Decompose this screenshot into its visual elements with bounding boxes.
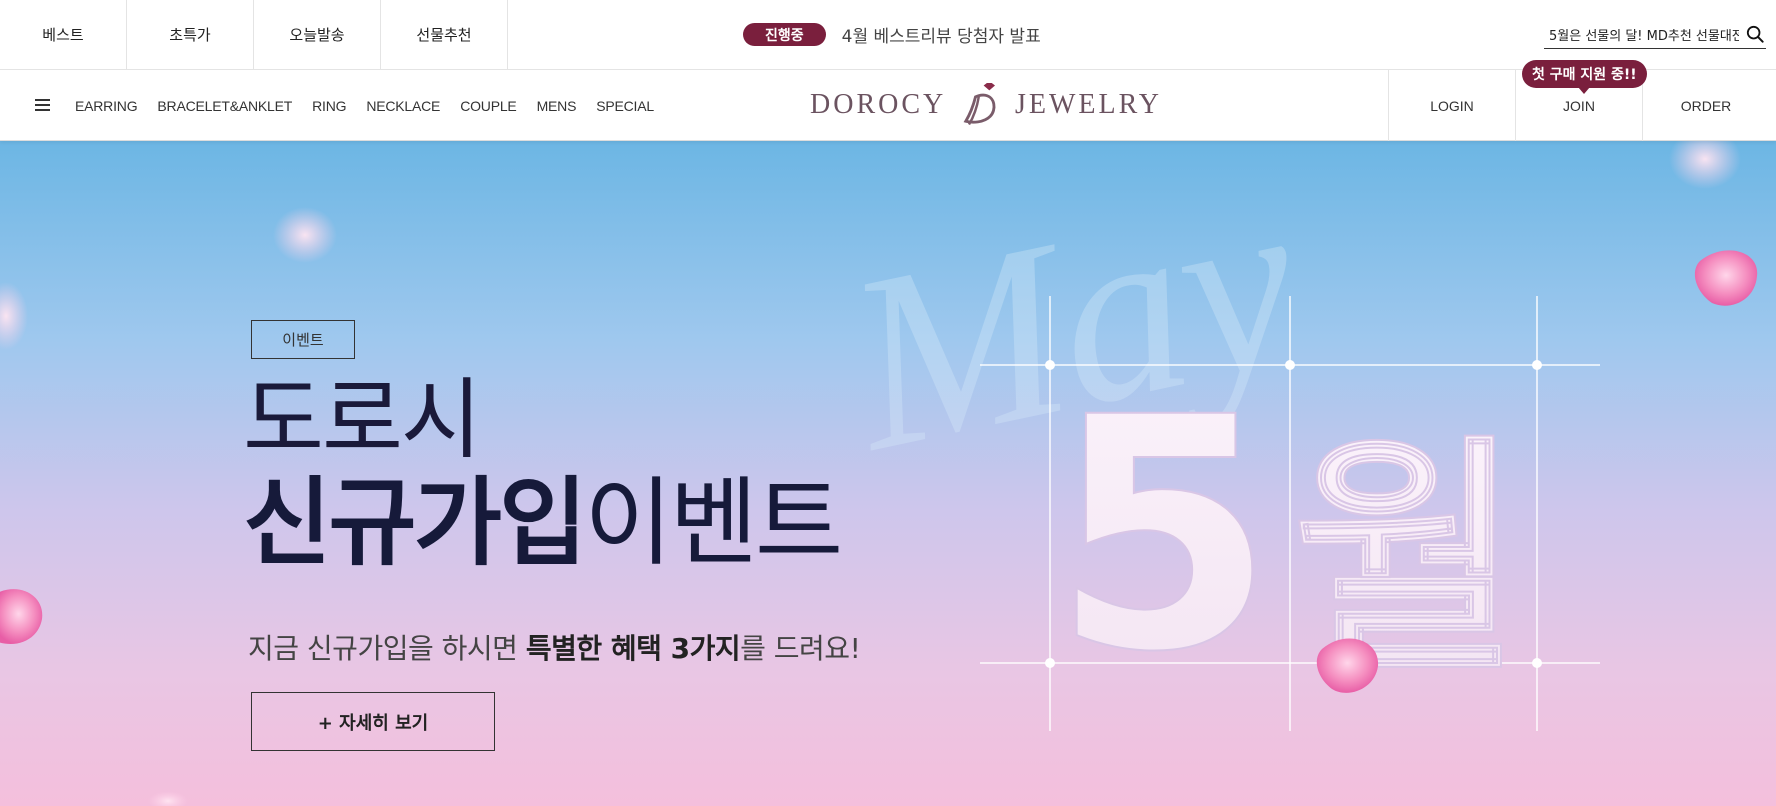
join-promo-tooltip: 첫 구매 지원 중!!: [1522, 60, 1647, 94]
top-utility-bar: 베스트 초특가 오늘발송 선물추천 진행중 4월 베스트리뷰 당첨자 발표: [0, 0, 1776, 70]
hero-title-bold: 신규가입: [243, 467, 587, 579]
login-link[interactable]: LOGIN: [1388, 70, 1515, 141]
status-badge: 진행중: [743, 23, 826, 46]
hero-subtitle: 지금 신규가입을 하시면 특별한 혜택 3가지를 드려요!: [248, 627, 861, 667]
category-earring[interactable]: EARRING: [75, 98, 138, 114]
category-mens[interactable]: MENS: [537, 98, 577, 114]
notice-text[interactable]: 4월 베스트리뷰 당첨자 발표: [842, 22, 1041, 47]
subtitle-post: 를 드려요!: [740, 632, 861, 665]
category-special[interactable]: SPECIAL: [596, 98, 654, 114]
quick-tab-best[interactable]: 베스트: [0, 0, 127, 69]
logo-diamond-mark-icon: [963, 83, 996, 126]
quick-tabs: 베스트 초특가 오늘발송 선물추천: [0, 0, 508, 69]
order-link[interactable]: ORDER: [1642, 70, 1769, 141]
view-details-button[interactable]: + 자세히 보기: [251, 692, 495, 751]
event-tag: 이벤트: [251, 320, 355, 359]
quick-tab-gift-recommend[interactable]: 선물추천: [381, 0, 508, 69]
search-input[interactable]: [1544, 26, 1739, 42]
hamburger-icon[interactable]: [35, 99, 50, 111]
hero-title-line1: 도로시: [243, 368, 482, 471]
category-bracelet-anklet[interactable]: BRACELET&ANKLET: [157, 98, 292, 114]
search-bar: [1544, 20, 1766, 49]
logo-text-right: JEWELRY: [1015, 89, 1162, 120]
category-menu: EARRING BRACELET&ANKLET RING NECKLACE CO…: [75, 70, 674, 141]
category-couple[interactable]: COUPLE: [460, 98, 517, 114]
hero-title-line2: 신규가입이벤트: [243, 475, 843, 571]
quick-tab-special-price[interactable]: 초특가: [127, 0, 254, 69]
quick-tab-today-shipping[interactable]: 오늘발송: [254, 0, 381, 69]
hero-banner: May 5 월 이벤트 도로시 신규가입이벤트 지금 신규가입을 하시면 특별한…: [0, 141, 1776, 806]
main-navigation: EARRING BRACELET&ANKLET RING NECKLACE CO…: [0, 70, 1776, 141]
category-necklace[interactable]: NECKLACE: [366, 98, 440, 114]
category-ring[interactable]: RING: [312, 98, 346, 114]
logo-text-left: DOROCY: [810, 89, 947, 120]
site-logo[interactable]: DOROCY JEWELRY: [810, 75, 1162, 135]
subtitle-pre: 지금 신규가입을 하시면: [248, 632, 526, 665]
big-number-five: 5: [1052, 350, 1275, 722]
subtitle-highlight: 특별한 혜택 3가지: [525, 632, 741, 665]
search-icon[interactable]: [1746, 25, 1764, 43]
hero-title-light: 이벤트: [584, 467, 843, 579]
notice-banner[interactable]: 진행중 4월 베스트리뷰 당첨자 발표: [743, 22, 1041, 47]
